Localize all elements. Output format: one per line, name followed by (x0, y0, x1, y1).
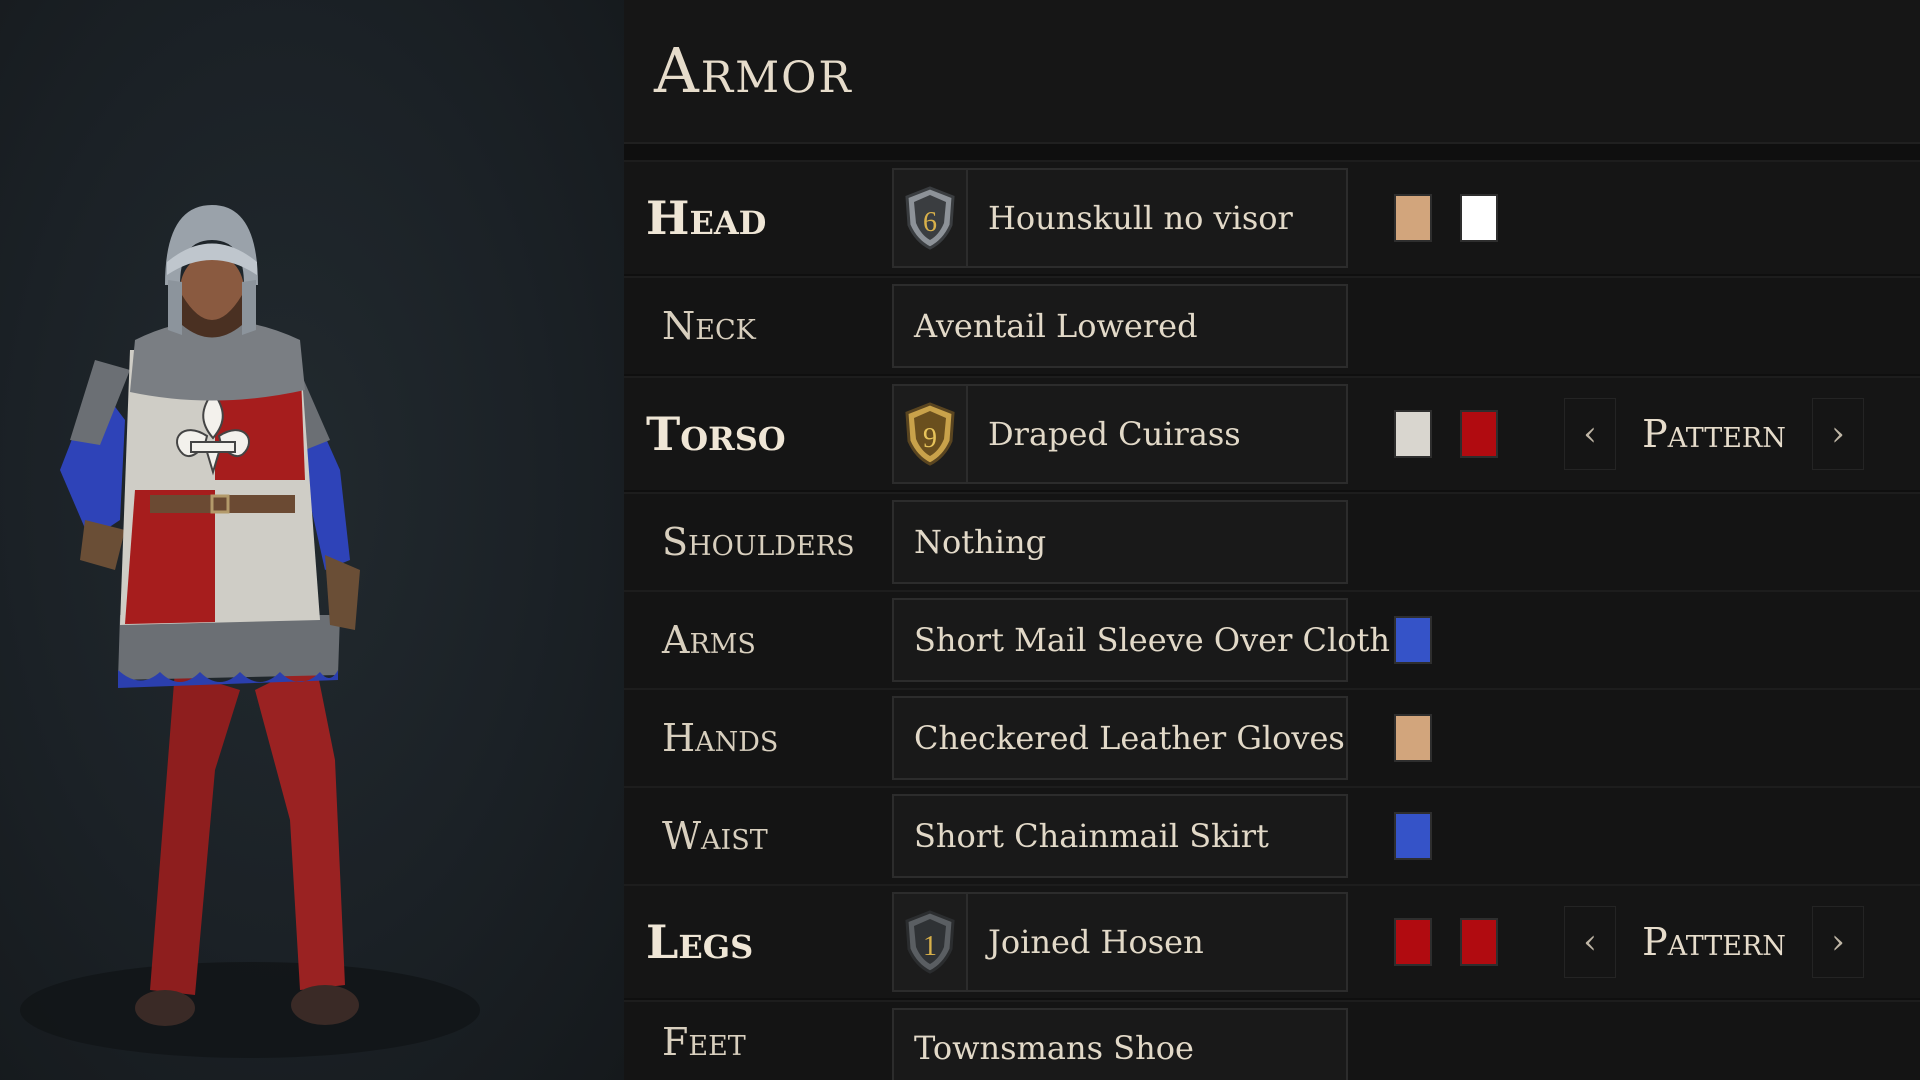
slot-row-torso: Torso 9 Draped Cuirass ‹ Pattern › (624, 376, 1920, 490)
slot-row-waist: Waist Short Chainmail Skirt (624, 786, 1920, 884)
color-swatch-secondary[interactable] (1460, 918, 1498, 966)
item-name: Short Mail Sleeve Over Cloth (914, 621, 1390, 659)
color-swatch-primary[interactable] (1394, 714, 1432, 762)
shield-tier-icon: 6 (894, 170, 968, 266)
pattern-label: Pattern (1642, 920, 1786, 964)
item-selector-waist[interactable]: Short Chainmail Skirt (892, 794, 1348, 878)
color-swatch-primary[interactable] (1394, 410, 1432, 458)
slot-row-arms: Arms Short Mail Sleeve Over Cloth (624, 590, 1920, 688)
slot-label: Torso (646, 407, 786, 461)
tier-number: 1 (923, 931, 937, 962)
color-swatch-primary[interactable] (1394, 812, 1432, 860)
color-swatch-secondary[interactable] (1460, 194, 1498, 242)
slot-label: Waist (662, 814, 768, 858)
chevron-left-icon[interactable]: ‹ (1564, 398, 1616, 470)
chevron-right-icon[interactable]: › (1812, 398, 1864, 470)
page-title: Armor (654, 34, 853, 107)
knight-figure (20, 205, 480, 1058)
slot-row-legs: Legs 1 Joined Hosen ‹ Pattern › (624, 884, 1920, 998)
item-name: Joined Hosen (988, 923, 1204, 961)
slot-label: Shoulders (662, 520, 855, 564)
slot-row-head: Head 6 Hounskull no visor (624, 160, 1920, 274)
armor-header: Armor (624, 0, 1920, 144)
item-name: Townsmans Shoe (914, 1029, 1194, 1067)
slot-label: Head (646, 191, 767, 245)
slot-label: Feet (662, 1020, 746, 1064)
slot-label: Arms (662, 618, 756, 662)
pattern-label: Pattern (1642, 412, 1786, 456)
item-selector-arms[interactable]: Short Mail Sleeve Over Cloth (892, 598, 1390, 682)
slot-label: Neck (662, 304, 756, 348)
tier-number: 9 (923, 423, 937, 454)
item-name: Checkered Leather Gloves (914, 719, 1345, 757)
slot-row-shoulders: Shoulders Nothing (624, 492, 1920, 590)
shield-tier-icon: 9 (894, 386, 968, 482)
chevron-right-icon[interactable]: › (1812, 906, 1864, 978)
color-swatch-primary[interactable] (1394, 194, 1432, 242)
color-swatch-primary[interactable] (1394, 918, 1432, 966)
item-name: Hounskull no visor (988, 199, 1293, 237)
item-selector-hands[interactable]: Checkered Leather Gloves (892, 696, 1348, 780)
item-selector-head[interactable]: 6 Hounskull no visor (892, 168, 1348, 268)
tier-number: 6 (923, 207, 937, 238)
item-name: Draped Cuirass (988, 415, 1241, 453)
item-selector-shoulders[interactable]: Nothing (892, 500, 1348, 584)
item-name: Nothing (914, 523, 1047, 561)
shield-tier-icon: 1 (894, 894, 968, 990)
item-selector-legs[interactable]: 1 Joined Hosen (892, 892, 1348, 992)
chevron-left-icon[interactable]: ‹ (1564, 906, 1616, 978)
color-swatch-primary[interactable] (1394, 616, 1432, 664)
slot-row-hands: Hands Checkered Leather Gloves (624, 688, 1920, 786)
item-selector-feet[interactable]: Townsmans Shoe (892, 1008, 1348, 1080)
pattern-selector: ‹ Pattern › (1564, 906, 1864, 978)
pattern-selector: ‹ Pattern › (1564, 398, 1864, 470)
slot-row-feet: Feet Townsmans Shoe (624, 1000, 1920, 1080)
slot-row-neck: Neck Aventail Lowered (624, 276, 1920, 374)
slot-label: Hands (662, 716, 779, 760)
item-selector-neck[interactable]: Aventail Lowered (892, 284, 1348, 368)
item-name: Short Chainmail Skirt (914, 817, 1269, 855)
item-selector-torso[interactable]: 9 Draped Cuirass (892, 384, 1348, 484)
armor-screen: Armor Head 6 Hounskull no visor Neck Ave… (0, 0, 1920, 1080)
slot-label: Legs (646, 915, 754, 969)
character-preview[interactable] (0, 0, 624, 1080)
item-name: Aventail Lowered (914, 307, 1198, 345)
armor-panel: Armor Head 6 Hounskull no visor Neck Ave… (624, 0, 1920, 1080)
color-swatch-secondary[interactable] (1460, 410, 1498, 458)
